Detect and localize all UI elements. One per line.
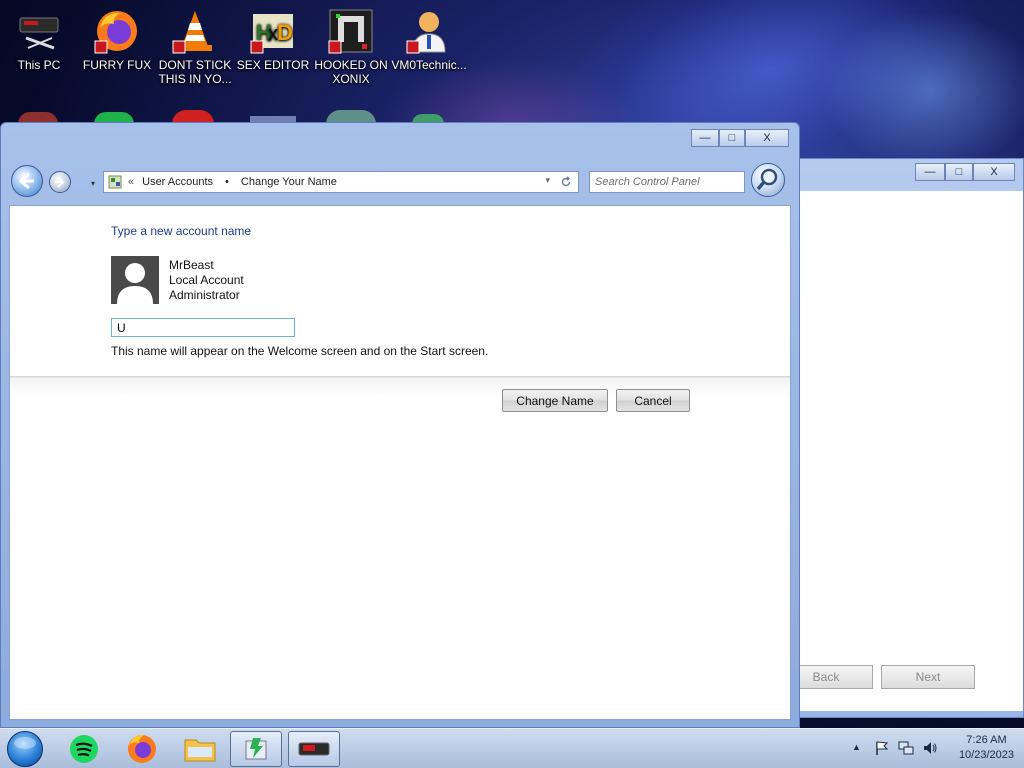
vlc-cone-icon	[172, 11, 212, 54]
background-minimize-button[interactable]: —	[915, 163, 945, 181]
technician-avatar-icon	[406, 12, 446, 54]
search-button[interactable]	[751, 163, 785, 197]
back-arrow-button[interactable]	[11, 165, 43, 197]
start-button[interactable]	[7, 731, 43, 767]
new-account-name-input[interactable]	[111, 318, 295, 337]
firefox-icon	[94, 11, 137, 54]
close-button[interactable]: X	[745, 129, 789, 147]
change-name-button[interactable]: Change Name	[502, 389, 608, 412]
this-pc-icon	[19, 17, 59, 50]
taskbar-item-firefox[interactable]	[116, 731, 168, 767]
change-name-window[interactable]: — □ X ▾ « User Accounts • Change Your Na…	[0, 122, 800, 728]
taskbar-item-spotify[interactable]	[58, 731, 110, 767]
content-pane: Type a new account name MrBeast Local Ac…	[9, 205, 791, 720]
taskbar-item-control-panel[interactable]	[230, 731, 282, 767]
folder-icon	[184, 739, 216, 762]
breadcrumb-user-accounts[interactable]: User Accounts	[142, 176, 213, 188]
user-avatar	[111, 256, 159, 304]
address-dropdown-icon[interactable]: ▾	[545, 175, 550, 186]
system-clock[interactable]: 7:26 AM 10/23/2023	[959, 733, 1014, 763]
desktop-icon-furry-fux[interactable]: FURRY FUX	[78, 8, 156, 72]
desktop-icon-label: HOOKED ON XONIX	[314, 58, 388, 86]
background-close-button[interactable]: X	[973, 163, 1015, 181]
spotify-icon	[70, 735, 98, 763]
firefox-icon	[128, 735, 156, 763]
background-window-client	[799, 191, 1023, 711]
name-hint-text: This name will appear on the Welcome scr…	[111, 344, 489, 358]
navigation-bar: ▾ « User Accounts • Change Your Name ▾ S…	[9, 159, 791, 203]
arrow-left-icon	[18, 172, 34, 190]
desktop-icon-label: SEX EDITOR	[236, 58, 310, 72]
account-type: Local Account	[169, 273, 244, 287]
user-silhouette-icon	[117, 263, 153, 304]
desktop-icon-hooked-on-xonix[interactable]: HOOKED ON XONIX	[312, 8, 390, 86]
background-maximize-button[interactable]: □	[945, 163, 973, 181]
desktop-icon-vm0technic[interactable]: VM0Technic...	[390, 8, 468, 72]
red-device-icon	[298, 742, 330, 756]
xonix-game-icon	[328, 9, 373, 54]
volume-icon[interactable]	[922, 740, 938, 756]
forward-arrow-button[interactable]	[49, 171, 71, 193]
breadcrumb-separator: •	[225, 176, 229, 188]
desktop-icon-label: This PC	[17, 58, 61, 72]
desktop-icon-sex-editor[interactable]: H x D SEX EDITOR	[234, 8, 312, 72]
desktop-icon-label: DONT STICK THIS IN YO...	[158, 58, 232, 86]
desktop-icon-this-pc[interactable]: This PC	[0, 8, 78, 72]
refresh-icon[interactable]	[560, 176, 572, 188]
clock-time: 7:26 AM	[966, 734, 1007, 746]
desktop-icon-label: FURRY FUX	[82, 58, 152, 72]
desktop-icon-label: VM0Technic...	[391, 58, 467, 72]
breadcrumb-current-page[interactable]: Change Your Name	[241, 176, 337, 188]
window-caption-buttons: — □ X	[691, 129, 791, 147]
account-name: MrBeast	[169, 258, 214, 272]
show-hidden-icons-chevron-icon[interactable]: ▲	[852, 742, 861, 752]
desktop-icon-dont-stick[interactable]: DONT STICK THIS IN YO...	[156, 8, 234, 86]
breadcrumb-overflow[interactable]: «	[128, 176, 134, 188]
taskbar-item-file-explorer[interactable]	[174, 731, 226, 767]
arrow-right-icon	[55, 176, 65, 188]
page-heading: Type a new account name	[111, 224, 252, 238]
taskbar: ▲ 7:26 AM 10/23/2023	[0, 728, 1024, 768]
address-bar[interactable]: « User Accounts • Change Your Name ▾	[103, 171, 579, 193]
taskbar-item-wizard[interactable]	[288, 731, 340, 767]
background-wizard-window[interactable]: — □ X Back Next	[779, 158, 1024, 718]
account-info: MrBeast Local Account Administrator	[169, 258, 244, 303]
clock-date: 10/23/2023	[958, 749, 1014, 761]
wallpaper-nebula	[820, 10, 1024, 170]
next-button[interactable]: Next	[881, 665, 975, 689]
account-role: Administrator	[169, 288, 240, 302]
minimize-button[interactable]: —	[691, 129, 719, 147]
hxd-editor-icon: H x D	[250, 14, 293, 54]
start-orb-icon	[14, 737, 36, 749]
action-center-flag-icon[interactable]	[874, 740, 890, 756]
search-input[interactable]: Search Control Panel	[589, 171, 745, 193]
recent-pages-dropdown[interactable]: ▾	[91, 179, 95, 188]
network-icon[interactable]	[898, 740, 914, 756]
control-panel-icon	[108, 175, 122, 189]
magnifier-icon	[756, 168, 778, 191]
maximize-button[interactable]: □	[719, 129, 745, 147]
cancel-button[interactable]: Cancel	[616, 389, 690, 412]
installer-icon	[245, 738, 267, 760]
svg-text:D: D	[277, 20, 293, 45]
